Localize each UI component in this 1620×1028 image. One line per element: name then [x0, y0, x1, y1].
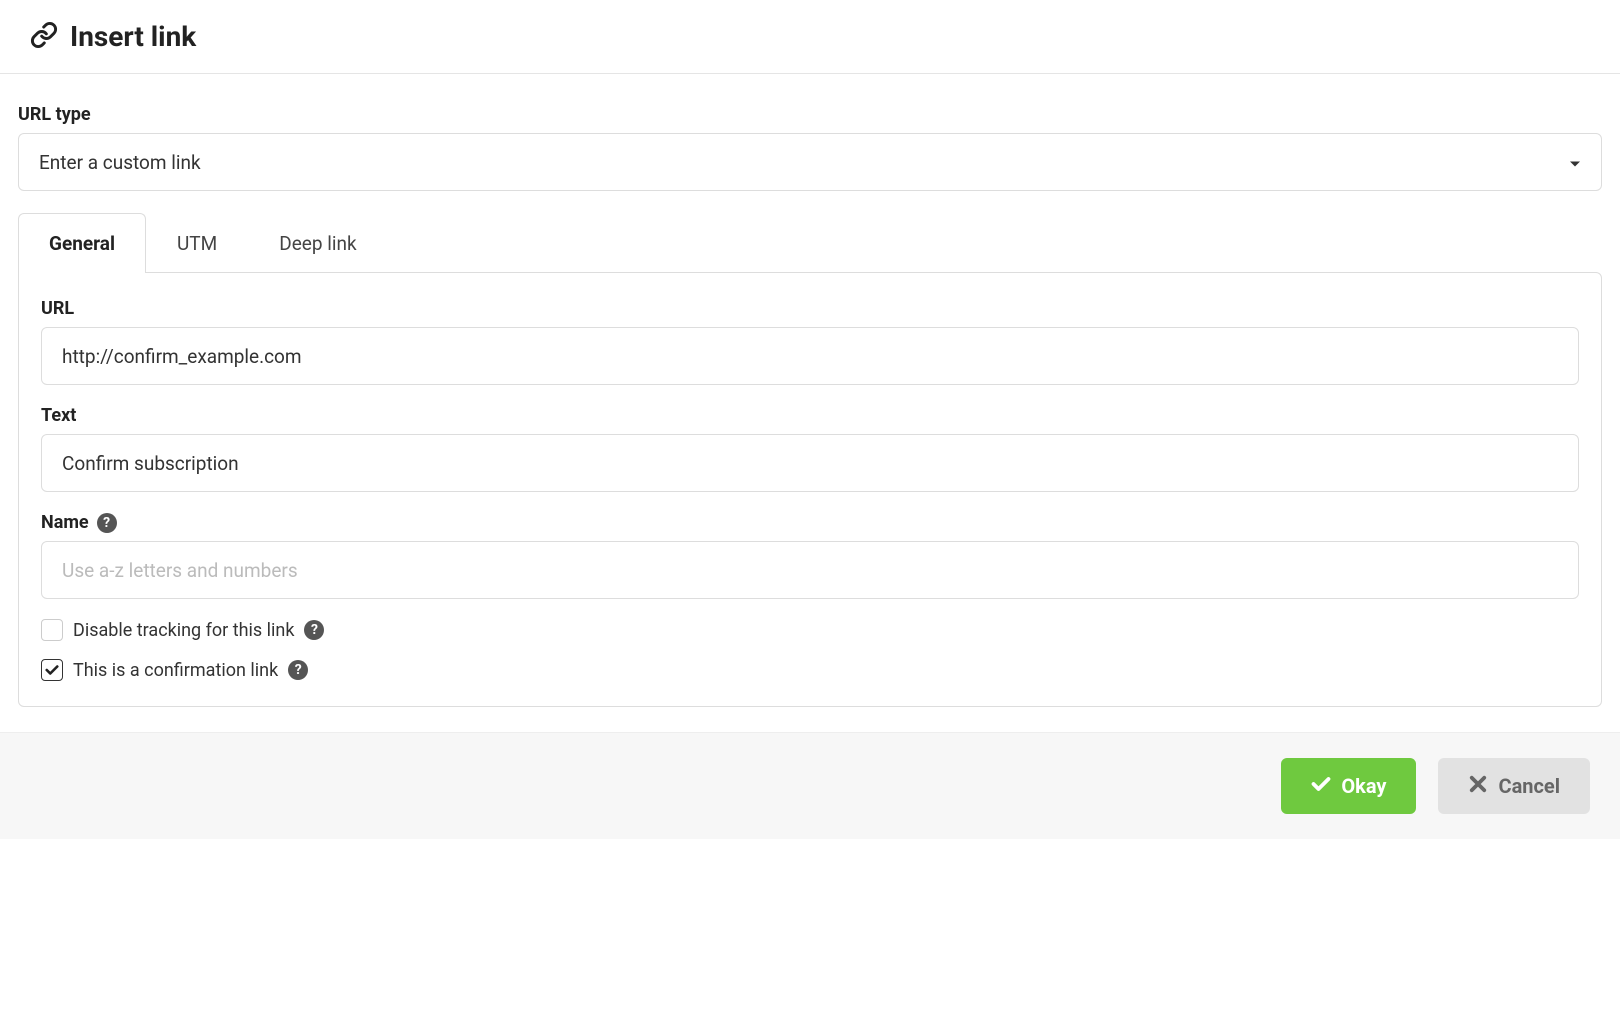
insert-link-dialog: Insert link URL type Enter a custom link… [0, 0, 1620, 839]
check-icon [1311, 774, 1331, 799]
tab-deep-link[interactable]: Deep link [248, 213, 387, 273]
disable-tracking-label[interactable]: Disable tracking for this link [73, 620, 294, 641]
text-input[interactable] [41, 434, 1579, 492]
link-icon [30, 21, 58, 53]
url-input[interactable] [41, 327, 1579, 385]
dialog-title: Insert link [70, 20, 196, 53]
url-type-selected: Enter a custom link [39, 151, 201, 174]
tab-general[interactable]: General [18, 213, 146, 273]
confirmation-link-row: This is a confirmation link ? [41, 659, 1579, 681]
url-type-label: URL type [18, 104, 1602, 125]
dialog-body: URL type Enter a custom link General UTM… [0, 74, 1620, 732]
help-icon[interactable]: ? [288, 660, 308, 680]
tabs-container: General UTM Deep link URL Text Name ? [18, 213, 1602, 707]
okay-button[interactable]: Okay [1281, 758, 1416, 814]
cancel-label: Cancel [1498, 774, 1560, 798]
url-label: URL [41, 298, 1579, 319]
text-label: Text [41, 405, 1579, 426]
name-label: Name [41, 512, 89, 533]
help-icon[interactable]: ? [304, 620, 324, 640]
name-input[interactable] [41, 541, 1579, 599]
url-type-group: URL type Enter a custom link [18, 104, 1602, 191]
okay-label: Okay [1341, 774, 1386, 798]
dialog-header: Insert link [0, 0, 1620, 74]
help-icon[interactable]: ? [97, 513, 117, 533]
cancel-button[interactable]: Cancel [1438, 758, 1590, 814]
confirmation-link-label[interactable]: This is a confirmation link [73, 660, 278, 681]
tab-utm[interactable]: UTM [146, 213, 248, 273]
name-group: Name ? [41, 512, 1579, 599]
url-group: URL [41, 298, 1579, 385]
tabs-nav: General UTM Deep link [18, 213, 1602, 273]
close-icon [1468, 774, 1488, 799]
confirmation-link-checkbox[interactable] [41, 659, 63, 681]
url-type-select[interactable]: Enter a custom link [18, 133, 1602, 191]
tab-content-general: URL Text Name ? [18, 272, 1602, 707]
disable-tracking-row: Disable tracking for this link ? [41, 619, 1579, 641]
disable-tracking-checkbox[interactable] [41, 619, 63, 641]
text-group: Text [41, 405, 1579, 492]
caret-down-icon [1569, 151, 1581, 174]
dialog-footer: Okay Cancel [0, 732, 1620, 839]
